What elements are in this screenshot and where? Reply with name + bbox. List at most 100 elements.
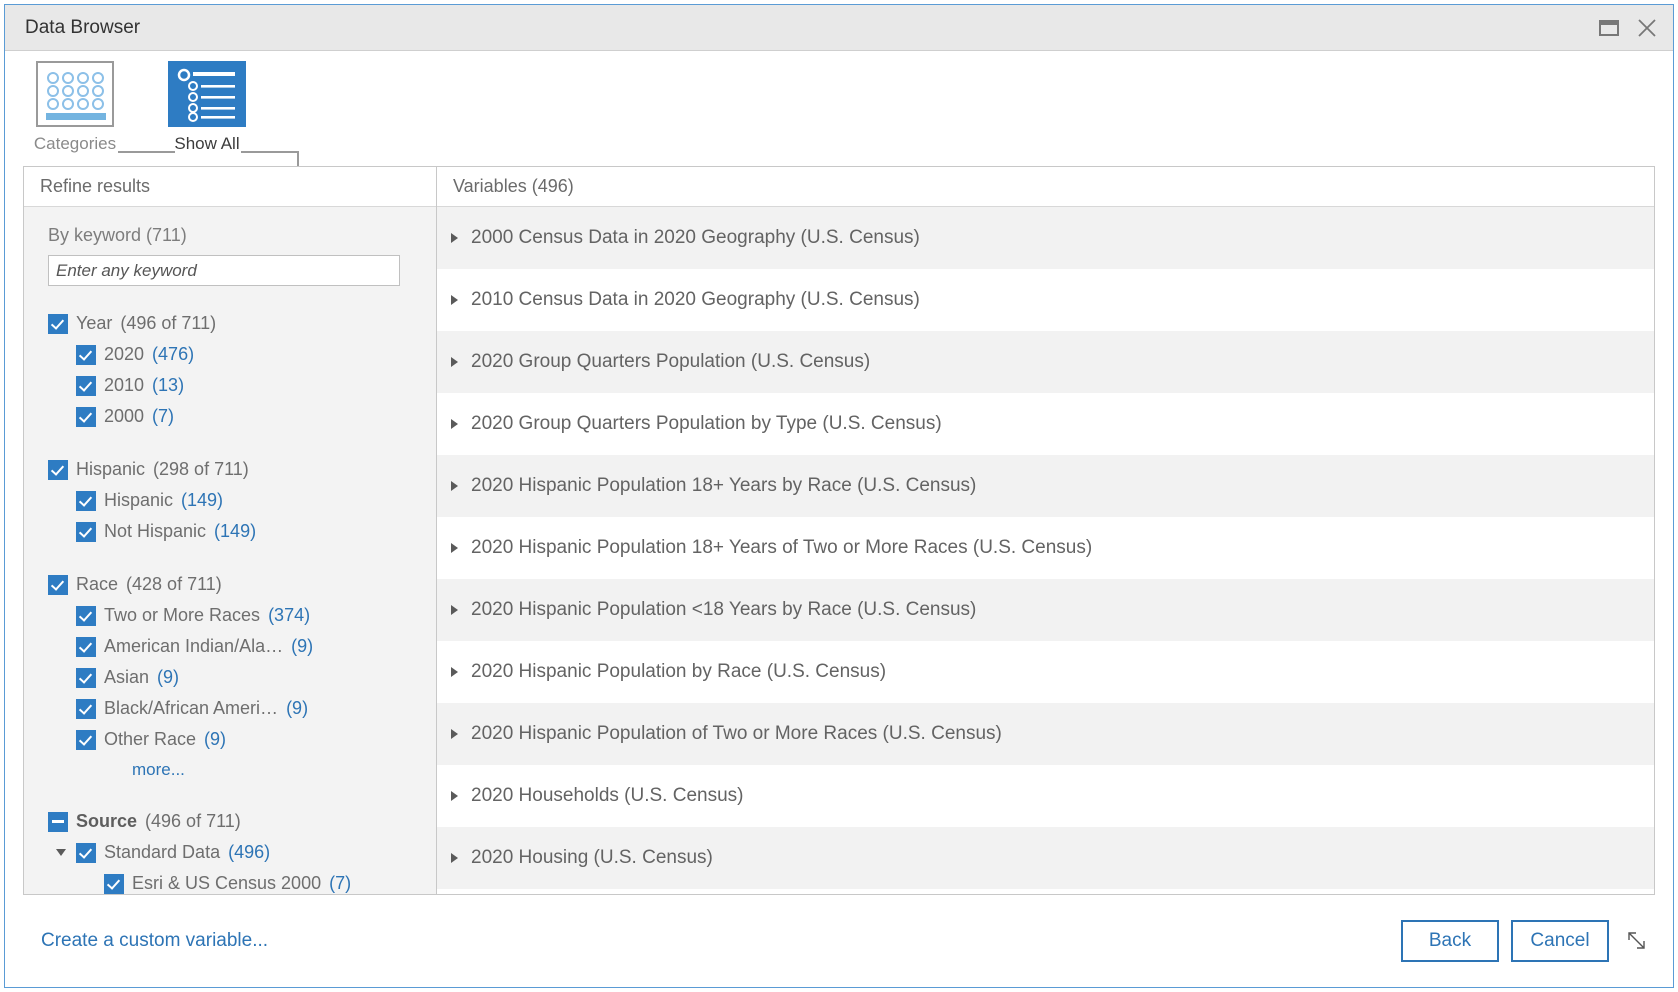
checkbox-esri-us-census-2000[interactable]	[104, 873, 124, 894]
chevron-down-icon[interactable]	[56, 849, 66, 856]
tab-categories-label: Categories	[33, 134, 117, 153]
cancel-button[interactable]: Cancel	[1511, 920, 1609, 962]
filter-label-2000: 2000	[104, 406, 145, 426]
variable-row[interactable]: 2020 Households (U.S. Census)	[437, 765, 1654, 827]
filter-row-black-african-american[interactable]: Black/African Ameri… (9)	[48, 693, 424, 724]
expand-arrow-icon[interactable]	[451, 295, 458, 305]
categories-grid-icon	[36, 61, 114, 127]
expand-arrow-icon[interactable]	[451, 357, 458, 367]
filter-label-asian: Asian	[104, 667, 150, 687]
variable-row[interactable]: 2020 Group Quarters Population (U.S. Cen…	[437, 331, 1654, 393]
filter-row-race[interactable]: Race (428 of 711)	[48, 569, 424, 600]
filter-row-2010[interactable]: 2010 (13)	[48, 370, 424, 401]
checkbox-black-african-american[interactable]	[76, 698, 96, 719]
filter-row-two-or-more-races[interactable]: Two or More Races (374)	[48, 600, 424, 631]
checkbox-race-group[interactable]	[48, 574, 68, 595]
checkbox-asian[interactable]	[76, 667, 96, 688]
race-more-link[interactable]: more...	[48, 755, 424, 784]
variables-header: Variables (496)	[437, 167, 1654, 207]
expand-arrow-icon[interactable]	[451, 605, 458, 615]
checkbox-hispanic-group[interactable]	[48, 459, 68, 480]
checkbox-2010[interactable]	[76, 375, 96, 396]
variables-panel: Variables (496) 2000 Census Data in 2020…	[437, 166, 1655, 895]
filter-count-2000: (7)	[152, 406, 175, 426]
by-keyword-label: By keyword (711)	[48, 225, 187, 245]
filter-row-esri-us-census-2000[interactable]: Esri & US Census 2000 (7)	[48, 868, 424, 894]
checkbox-other-race[interactable]	[76, 729, 96, 750]
filter-label-standard-data: Standard Data	[104, 842, 221, 862]
expand-arrow-icon[interactable]	[451, 419, 458, 429]
refine-results-header: Refine results	[24, 167, 436, 207]
window-title: Data Browser	[25, 16, 141, 38]
filter-count-not-hispanic: (149)	[214, 521, 257, 541]
expand-arrow-icon[interactable]	[451, 233, 458, 243]
filter-row-hispanic[interactable]: Hispanic (298 of 711)	[48, 454, 424, 485]
refine-results-panel: Refine results By keyword (711) Year (49…	[23, 166, 437, 895]
checkbox-two-or-more-races[interactable]	[76, 605, 96, 626]
filter-row-year[interactable]: Year (496 of 711)	[48, 308, 424, 339]
variable-label: 2020 Hispanic Population 18+ Years of Tw…	[471, 537, 1093, 558]
back-button[interactable]: Back	[1401, 920, 1499, 962]
variable-row[interactable]: 2000 Census Data in 2020 Geography (U.S.…	[437, 207, 1654, 269]
filter-row-2020[interactable]: 2020 (476)	[48, 339, 424, 370]
filter-row-asian[interactable]: Asian (9)	[48, 662, 424, 693]
variable-label: 2020 Housing (U.S. Census)	[471, 847, 713, 868]
filter-row-2000[interactable]: 2000 (7)	[48, 401, 424, 432]
tab-categories[interactable]: Categories	[21, 61, 129, 154]
filter-label-black-african-american: Black/African Ameri…	[104, 698, 279, 718]
variable-row[interactable]: 2020 Hispanic Population 18+ Years by Ra…	[437, 455, 1654, 517]
close-icon[interactable]	[1635, 16, 1659, 40]
resize-grip-icon[interactable]	[1623, 927, 1651, 955]
tab-show-all[interactable]: Show All	[153, 61, 261, 154]
list-bullets-icon	[168, 61, 246, 127]
checkbox-2020[interactable]	[76, 344, 96, 365]
keyword-search-input[interactable]	[48, 255, 400, 286]
expand-arrow-icon[interactable]	[451, 853, 458, 863]
checkbox-american-indian[interactable]	[76, 636, 96, 657]
expand-arrow-icon[interactable]	[451, 481, 458, 491]
filter-row-hispanic-yes[interactable]: Hispanic (149)	[48, 485, 424, 516]
filter-label-race: Race	[76, 574, 119, 594]
filter-count-race: (428 of 711)	[126, 574, 222, 594]
filter-count-2020: (476)	[152, 344, 195, 364]
checkbox-hispanic-yes[interactable]	[76, 490, 96, 511]
filter-row-other-race[interactable]: Other Race (9)	[48, 724, 424, 755]
variable-row[interactable]: 2020 Hispanic Population of Two or More …	[437, 703, 1654, 765]
filter-label-hispanic: Hispanic	[76, 459, 146, 479]
dialog-body: Refine results By keyword (711) Year (49…	[5, 166, 1673, 895]
checkbox-source-group[interactable]	[48, 811, 68, 832]
variable-label: 2020 Group Quarters Population by Type (…	[471, 413, 942, 434]
variable-row[interactable]: 2020 Hispanic Population 18+ Years of Tw…	[437, 517, 1654, 579]
filter-count-standard-data: (496)	[228, 842, 271, 862]
filter-row-standard-data[interactable]: Standard Data (496)	[48, 837, 424, 868]
filter-row-american-indian[interactable]: American Indian/Ala… (9)	[48, 631, 424, 662]
create-custom-variable-link[interactable]: Create a custom variable...	[41, 930, 1389, 952]
variable-row[interactable]: 2020 Hispanic Population <18 Years by Ra…	[437, 579, 1654, 641]
filter-label-esri-us-census-2000: Esri & US Census 2000	[132, 873, 322, 893]
filter-count-two-or-more-races: (374)	[268, 605, 311, 625]
variable-row[interactable]: 2020 Hispanic Population by Race (U.S. C…	[437, 641, 1654, 703]
expand-arrow-icon[interactable]	[451, 729, 458, 739]
title-buttons	[1597, 16, 1659, 40]
filter-count-hispanic-yes: (149)	[181, 490, 224, 510]
variable-row[interactable]: 2020 Housing (U.S. Census)	[437, 827, 1654, 889]
filter-count-black-african-american: (9)	[286, 698, 309, 718]
checkbox-2000[interactable]	[76, 406, 96, 427]
variable-row[interactable]: 2010 Census Data in 2020 Geography (U.S.…	[437, 269, 1654, 331]
expand-arrow-icon[interactable]	[451, 667, 458, 677]
variables-list: 2000 Census Data in 2020 Geography (U.S.…	[437, 207, 1654, 894]
filter-row-source[interactable]: Source (496 of 711)	[48, 806, 424, 837]
restore-window-icon[interactable]	[1597, 16, 1621, 40]
checkbox-year[interactable]	[48, 313, 68, 334]
tabstrip: Categories Show All	[5, 51, 1673, 210]
expand-arrow-icon[interactable]	[451, 791, 458, 801]
expand-arrow-icon[interactable]	[451, 543, 458, 553]
checkbox-standard-data[interactable]	[76, 842, 96, 863]
variable-label: 2020 Hispanic Population by Race (U.S. C…	[471, 661, 887, 682]
filter-group-hispanic: Hispanic (298 of 711) Hispanic (149) Not…	[48, 454, 424, 547]
filter-label-not-hispanic: Not Hispanic	[104, 521, 207, 541]
filter-row-not-hispanic[interactable]: Not Hispanic (149)	[48, 516, 424, 547]
checkbox-not-hispanic[interactable]	[76, 521, 96, 542]
filter-count-2010: (13)	[152, 375, 185, 395]
variable-row[interactable]: 2020 Group Quarters Population by Type (…	[437, 393, 1654, 455]
